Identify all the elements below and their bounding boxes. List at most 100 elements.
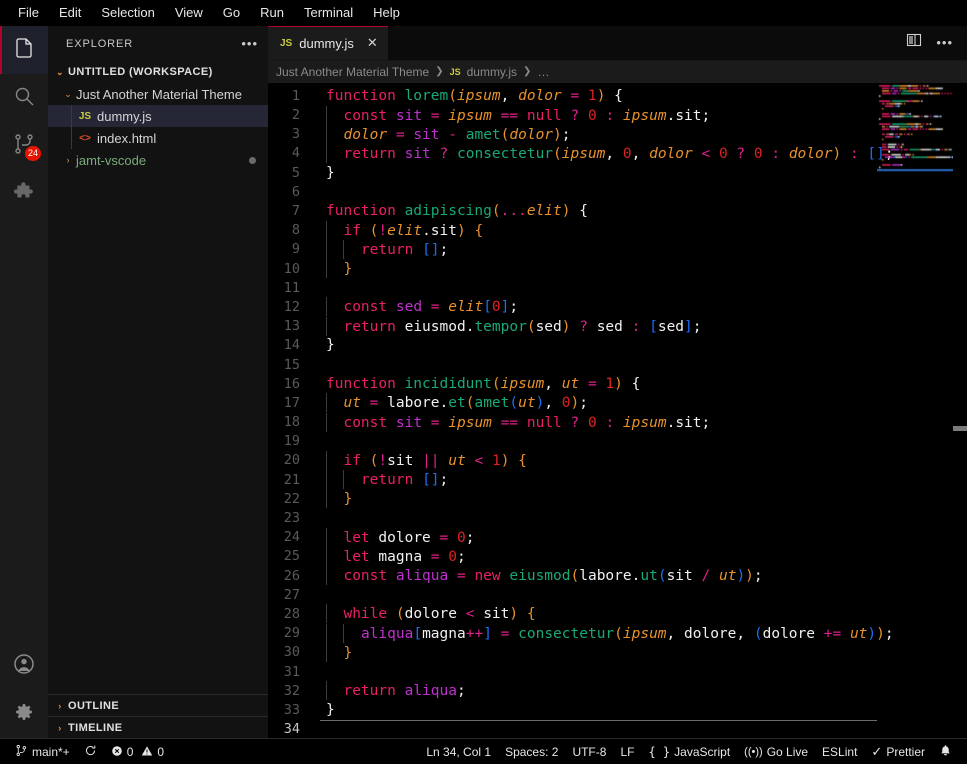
chevron-right-icon[interactable]: ›: [60, 155, 76, 165]
code-line[interactable]: 29 aliqua[magna++] = consectetur(ipsum, …: [268, 623, 967, 643]
tree-item-dummy-js[interactable]: JS dummy.js: [48, 105, 268, 127]
code-line[interactable]: 24 let dolore = 0;: [268, 527, 967, 547]
code-line[interactable]: 16 function incididunt(ipsum, ut = 1) {: [268, 375, 967, 394]
code-editor-area[interactable]: 1 function lorem(ipsum, dolor = 1) {2 con…: [268, 82, 967, 738]
prettier-status[interactable]: ✓ Prettier: [864, 741, 932, 763]
code-line[interactable]: 27: [268, 586, 967, 605]
code-line[interactable]: 31: [268, 663, 967, 682]
code-line[interactable]: 17 ut = labore.et(amet(ut), 0);: [268, 393, 967, 413]
activity-item-account[interactable]: [0, 642, 48, 690]
activity-item-extensions[interactable]: [0, 170, 48, 218]
code-line[interactable]: 13 return eiusmod.tempor(sed) ? sed : [s…: [268, 316, 967, 336]
notifications[interactable]: [932, 741, 959, 763]
code-line[interactable]: 14}: [268, 336, 967, 355]
activity-item-explorer[interactable]: [0, 26, 48, 74]
code-line[interactable]: 20 if (!sit || ut < 1) {: [268, 450, 967, 470]
tab-dummy-js[interactable]: JS dummy.js ✕: [268, 26, 388, 60]
panel-header-label: TIMELINE: [68, 721, 123, 734]
breadcrumb-item[interactable]: dummy.js: [467, 65, 517, 79]
code-line[interactable]: 9 return [];: [268, 239, 967, 259]
code-line[interactable]: 6: [268, 183, 967, 202]
code-token: dolor: [649, 145, 693, 162]
tree-item-index-html[interactable]: <> index.html: [48, 127, 268, 149]
sync-icon: [84, 744, 97, 760]
activity-item-settings[interactable]: [0, 690, 48, 738]
menu-item-selection[interactable]: Selection: [91, 2, 164, 24]
code-line[interactable]: 15: [268, 356, 967, 375]
code-line[interactable]: 30 }: [268, 642, 967, 662]
code-line[interactable]: 7 function adipiscing(...elit) {: [268, 202, 967, 221]
code-token: sed: [535, 318, 562, 335]
scrollbar-thumb[interactable]: [953, 425, 967, 431]
code-line[interactable]: 25 let magna = 0;: [268, 546, 967, 566]
code-line[interactable]: 19: [268, 432, 967, 451]
tree-item-jamt-vscode[interactable]: › jamt-vscode: [48, 149, 268, 171]
menu-item-run[interactable]: Run: [250, 2, 294, 24]
code-line[interactable]: 34: [268, 720, 967, 738]
line-number: 13: [283, 318, 300, 335]
eol[interactable]: LF: [613, 741, 641, 763]
sidebar-more-actions-icon[interactable]: •••: [241, 36, 258, 51]
panel-header-timeline[interactable]: › TIMELINE: [48, 716, 268, 738]
code-line[interactable]: 22 }: [268, 489, 967, 509]
code-line[interactable]: 5}: [268, 164, 967, 183]
line-number: 11: [283, 279, 300, 296]
code-token: ut: [448, 452, 466, 469]
editor-vertical-scrollbar[interactable]: [953, 83, 967, 738]
code-line[interactable]: 23: [268, 509, 967, 528]
split-editor-icon[interactable]: [906, 32, 922, 53]
menu-item-help[interactable]: Help: [363, 2, 410, 24]
indentation[interactable]: Spaces: 2: [498, 741, 565, 763]
code-line[interactable]: 28 while (dolore < sit) {: [268, 604, 967, 624]
code-line[interactable]: 32 return aliqua;: [268, 681, 967, 701]
code-token: 1: [605, 375, 615, 392]
go-live[interactable]: ((•)) Go Live: [737, 741, 815, 763]
menu-item-terminal[interactable]: Terminal: [294, 2, 363, 24]
problems-status[interactable]: 00: [104, 741, 171, 763]
code-lines[interactable]: 1 function lorem(ipsum, dolor = 1) {2 con…: [268, 83, 967, 738]
sync-status[interactable]: [77, 741, 104, 763]
code-token: ): [614, 375, 623, 392]
breadcrumb-item[interactable]: Just Another Material Theme: [276, 65, 429, 79]
code-line[interactable]: 33}: [268, 701, 967, 720]
breadcrumb-item[interactable]: …: [537, 65, 549, 79]
menu-item-file[interactable]: File: [8, 2, 49, 24]
menu-item-edit[interactable]: Edit: [49, 2, 91, 24]
code-line[interactable]: 26 const aliqua = new eiusmod(labore.ut(…: [268, 566, 967, 586]
code-token: incididunt: [404, 375, 492, 392]
code-line[interactable]: 10 }: [268, 259, 967, 279]
code-line[interactable]: 11: [268, 279, 967, 298]
chevron-down-icon[interactable]: ⌄: [60, 89, 76, 100]
activity-item-source-control[interactable]: 24: [0, 122, 48, 170]
code-line[interactable]: 12 const sed = elit[0];: [268, 297, 967, 317]
code-line[interactable]: 4 return sit ? consectetur(ipsum, 0, dol…: [268, 143, 967, 163]
editor-more-actions-icon[interactable]: •••: [936, 35, 953, 50]
panel-header-outline[interactable]: › OUTLINE: [48, 694, 268, 716]
tree-item-just-another-material-theme[interactable]: ⌄ Just Another Material Theme: [48, 83, 268, 105]
workspace-header[interactable]: ⌄ UNTITLED (WORKSPACE): [48, 61, 268, 83]
close-icon[interactable]: ✕: [367, 35, 378, 51]
branch-status[interactable]: main*+: [8, 741, 77, 763]
minimap[interactable]: [877, 82, 953, 173]
menu-item-view[interactable]: View: [165, 2, 213, 24]
code-token: ?: [570, 107, 580, 124]
language-mode[interactable]: { } JavaScript: [641, 741, 737, 763]
menu-item-go[interactable]: Go: [213, 2, 250, 24]
code-line[interactable]: 8 if (!elit.sit) {: [268, 220, 967, 240]
activity-item-search[interactable]: [0, 74, 48, 122]
cursor-position[interactable]: Ln 34, Col 1: [419, 741, 498, 763]
code-line[interactable]: 18 const sit = ipsum == null ? 0 : ipsum…: [268, 412, 967, 432]
code-line[interactable]: 3 dolor = sit - amet(dolor);: [268, 124, 967, 144]
code-token: ]: [684, 318, 693, 335]
code-token: sit: [395, 414, 423, 431]
eslint-status[interactable]: ESLint: [815, 741, 864, 763]
code-line[interactable]: 21 return [];: [268, 470, 967, 490]
code-line[interactable]: 2 const sit = ipsum == null ? 0 : ipsum.…: [268, 105, 967, 125]
code-line[interactable]: 1 function lorem(ipsum, dolor = 1) {: [268, 87, 967, 106]
encoding[interactable]: UTF-8: [565, 741, 613, 763]
